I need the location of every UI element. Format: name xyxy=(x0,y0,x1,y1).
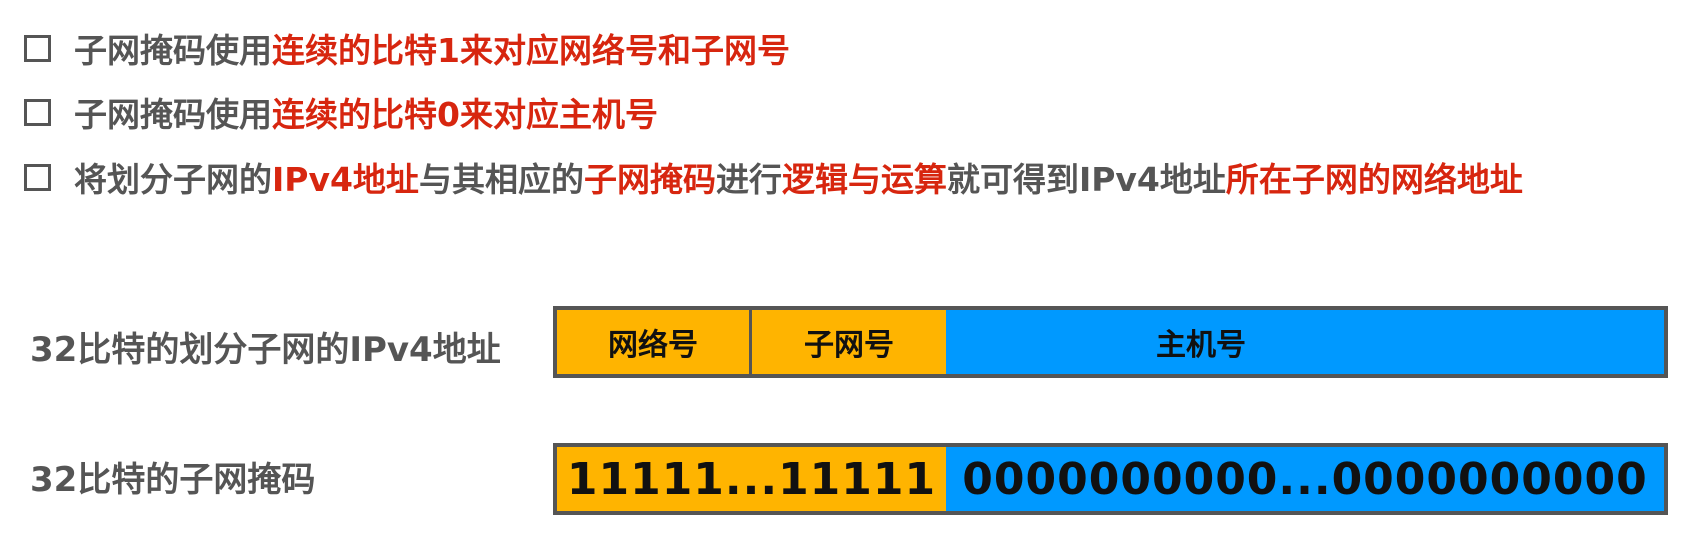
host-segment: 主机号 xyxy=(946,310,1664,374)
plain-text: 进行 xyxy=(715,160,782,199)
address-bar: 网络号 子网号 主机号 xyxy=(553,306,1668,378)
network-segment: 网络号 xyxy=(557,310,752,374)
mask-bar: 11111...11111 0000000000...0000000000 xyxy=(553,443,1668,515)
address-row-label: 32比特的划分子网的IPv4地址 xyxy=(30,330,501,370)
checkbox-icon xyxy=(24,34,51,62)
mask-zeros-segment: 0000000000...0000000000 xyxy=(946,447,1664,511)
plain-text: 将划分子网的 xyxy=(74,160,272,199)
highlight-text: 子网掩码 xyxy=(583,160,716,199)
bullet-text: 子网掩码使用连续的比特1来对应网络号和子网号 xyxy=(74,24,790,72)
mask-row-label: 32比特的子网掩码 xyxy=(30,460,316,500)
bullet-text: 将划分子网的IPv4地址与其相应的子网掩码进行逻辑与运算就可得到IPv4地址所在… xyxy=(74,153,1523,201)
bullet-text: 子网掩码使用连续的比特0来对应主机号 xyxy=(74,88,658,136)
highlight-text: 连续的比特0来对应主机号 xyxy=(272,95,658,134)
bullet-item: 子网掩码使用连续的比特0来对应主机号 xyxy=(24,90,658,134)
plain-text: 子网掩码使用 xyxy=(74,31,272,70)
highlight-text: 连续的比特1来对应网络号和子网号 xyxy=(272,31,790,70)
subnet-segment: 子网号 xyxy=(752,310,946,374)
bullet-item: 子网掩码使用连续的比特1来对应网络号和子网号 xyxy=(24,26,790,70)
plain-text: 与其相应的 xyxy=(418,160,584,199)
highlight-text: 逻辑与运算 xyxy=(781,160,947,199)
bullet-item: 将划分子网的IPv4地址与其相应的子网掩码进行逻辑与运算就可得到IPv4地址所在… xyxy=(24,155,1523,199)
highlight-text: IPv4地址 xyxy=(272,160,419,199)
mask-ones-segment: 11111...11111 xyxy=(557,447,946,511)
checkbox-icon xyxy=(24,163,51,191)
plain-text: 子网掩码使用 xyxy=(74,95,272,134)
plain-text: 就可得到IPv4地址 xyxy=(946,160,1226,199)
checkbox-icon xyxy=(24,98,51,126)
highlight-text: 所在子网的网络地址 xyxy=(1225,160,1523,199)
